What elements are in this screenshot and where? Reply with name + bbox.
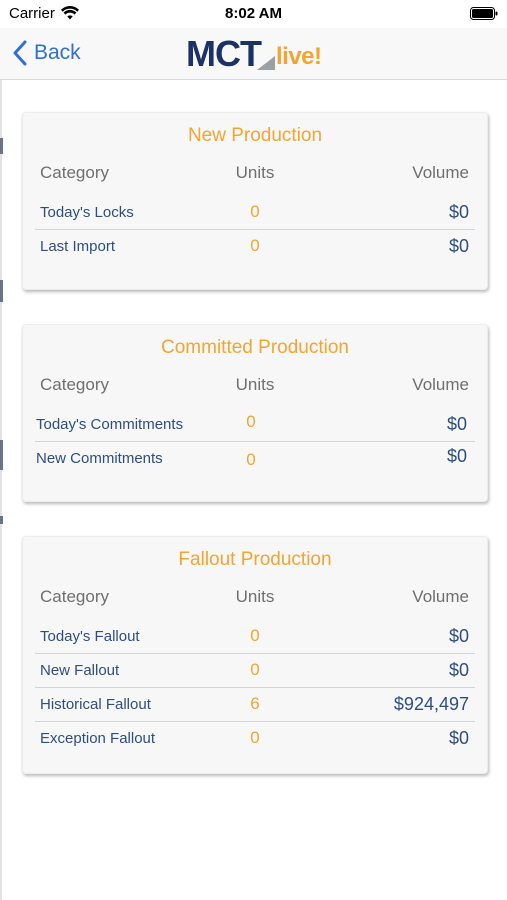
column-header-category: Category [40, 375, 109, 394]
row-units: 0 [250, 626, 260, 645]
column-header-volume: Volume [412, 163, 469, 182]
left-edge-mark [0, 280, 3, 302]
column-header-category: Category [40, 587, 109, 606]
status-time: 8:02 AM [225, 5, 282, 22]
row-category: New Fallout [40, 662, 120, 679]
table-row[interactable]: Today's Locks 0 $0 [23, 196, 487, 230]
card-title: Committed Production [161, 337, 349, 358]
row-units: 0 [246, 450, 256, 469]
column-header-units: Units [235, 375, 275, 394]
row-units: 0 [250, 660, 260, 679]
table-row[interactable]: Today's Fallout 0 $0 [23, 620, 487, 654]
table-row[interactable]: Historical Fallout 6 $924,497 [23, 688, 487, 722]
table-row[interactable]: Last Import 0 $0 [23, 230, 487, 264]
column-header-units: Units [235, 587, 275, 606]
row-volume: $0 [448, 626, 469, 646]
table-row[interactable]: New Commitments 0 $0 [23, 442, 487, 476]
row-units: 0 [250, 236, 260, 255]
row-volume: $0 [448, 202, 469, 222]
mct-live-logo: MCT live! [186, 34, 326, 74]
row-volume: $0 [446, 446, 467, 466]
card-title: Fallout Production [178, 549, 332, 570]
back-label: Back [34, 41, 81, 64]
row-units: 0 [250, 202, 260, 221]
column-header-units: Units [235, 163, 275, 182]
logo-mark-icon [257, 56, 275, 70]
row-volume: $0 [448, 236, 469, 256]
fallout-production-card: Fallout Production Category Units Volume… [22, 536, 488, 774]
row-category: Today's Locks [40, 204, 134, 221]
row-units: 0 [246, 412, 256, 431]
left-edge-mark [0, 516, 3, 524]
left-edge-mark [0, 440, 3, 470]
row-volume: $0 [448, 660, 469, 680]
row-volume: $924,497 [393, 694, 469, 714]
row-units: 0 [250, 728, 260, 747]
row-category: Historical Fallout [40, 696, 151, 713]
chevron-left-icon [13, 40, 27, 66]
status-bar: Carrier 8:02 AM [0, 0, 507, 28]
back-button[interactable]: Back [12, 38, 81, 68]
new-production-card: New Production Category Units Volume Tod… [22, 112, 488, 290]
row-volume: $0 [448, 728, 469, 748]
battery-icon [470, 7, 498, 20]
left-edge-mark [0, 138, 3, 154]
column-header-volume: Volume [412, 375, 469, 394]
left-edge-divider [0, 80, 2, 900]
row-volume: $0 [446, 414, 467, 434]
row-category: Last Import [40, 238, 116, 255]
committed-production-card: Committed Production Category Units Volu… [22, 324, 488, 502]
row-category: Exception Fallout [40, 730, 156, 747]
table-row[interactable]: Exception Fallout 0 $0 [23, 722, 487, 756]
logo-secondary-text: live! [276, 43, 322, 70]
table-row[interactable]: New Fallout 0 $0 [23, 654, 487, 688]
row-units: 6 [250, 694, 260, 713]
column-header-category: Category [40, 163, 109, 182]
row-category: Today's Fallout [40, 628, 140, 645]
navigation-bar: Back MCT live! [0, 28, 507, 80]
row-category: Today's Commitments [36, 416, 184, 433]
logo-primary-text: MCT [186, 33, 262, 74]
column-header-volume: Volume [412, 587, 469, 606]
row-category: New Commitments [36, 450, 163, 467]
card-title: New Production [187, 125, 323, 146]
table-row[interactable]: Today's Commitments 0 $0 [23, 408, 487, 442]
